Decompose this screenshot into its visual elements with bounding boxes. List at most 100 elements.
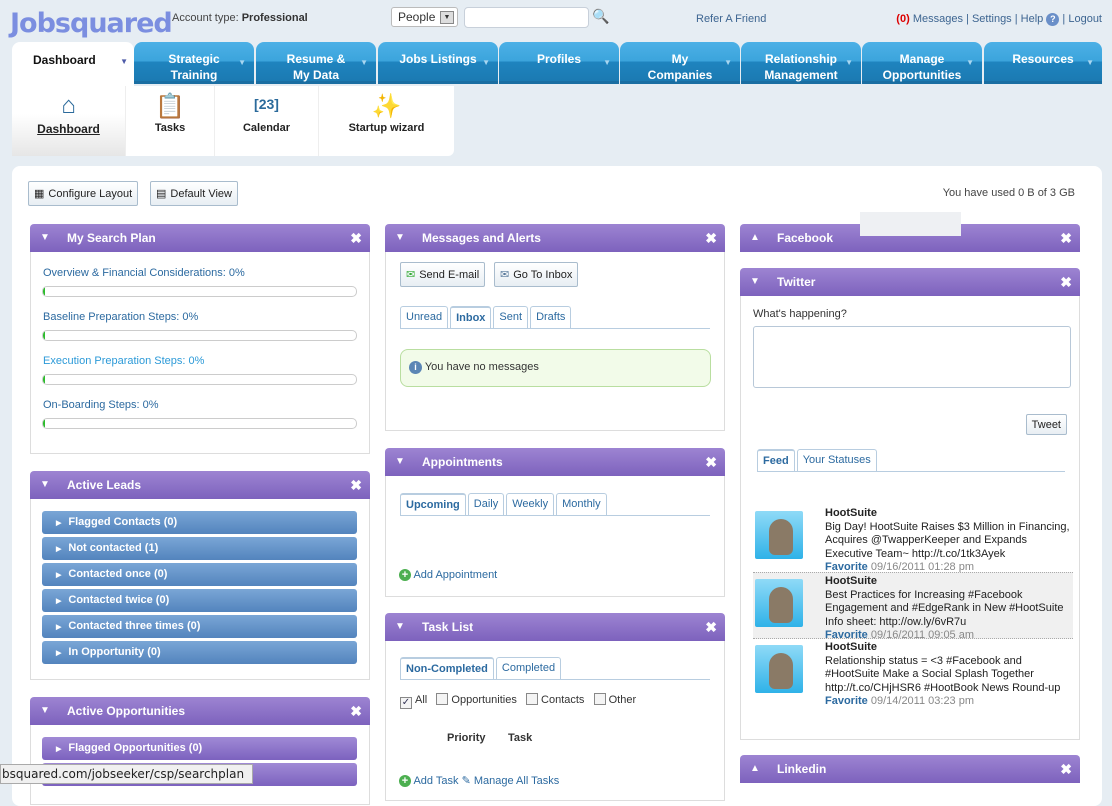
nav-resources[interactable]: Resources ▼ bbox=[984, 42, 1102, 84]
progress-bar bbox=[42, 286, 357, 297]
send-email-button[interactable]: ✉ Send E-mail bbox=[400, 262, 486, 287]
filter-other[interactable]: Other bbox=[593, 693, 636, 706]
tab-upcoming[interactable]: Upcoming bbox=[400, 493, 466, 515]
close-icon[interactable]: ✖ bbox=[350, 471, 362, 499]
favorite-link[interactable]: Favorite bbox=[825, 695, 868, 707]
collapse-icon[interactable]: ▼ bbox=[40, 224, 50, 252]
lead-label: Contacted three times (0) bbox=[68, 620, 201, 632]
nav-label: Dashboard bbox=[33, 53, 96, 67]
subnav-calendar[interactable]: [23] Calendar bbox=[215, 86, 319, 156]
checkbox[interactable] bbox=[593, 693, 606, 705]
messages-link[interactable]: Messages bbox=[913, 13, 963, 25]
collapse-icon[interactable]: ▼ bbox=[40, 697, 50, 725]
nav-relationship-management[interactable]: Relationship Management ▼ bbox=[741, 42, 861, 84]
tab-sent[interactable]: Sent bbox=[493, 306, 529, 328]
panel-title: Task List bbox=[422, 620, 474, 634]
add-appointment-link[interactable]: + Add Appointment bbox=[399, 569, 497, 581]
panel-body: What's happening? Tweet Feed Your Statuse… bbox=[740, 296, 1080, 740]
close-icon[interactable]: ✖ bbox=[350, 224, 362, 252]
checkbox-checked[interactable]: ✓ bbox=[400, 697, 412, 709]
nav-strategic-training[interactable]: Strategic Training ▼ bbox=[134, 42, 254, 84]
account-label: Account type: bbox=[172, 12, 239, 24]
twitter-panel: ▼ Twitter ✖ What's happening? Tweet Feed Yo… bbox=[740, 268, 1080, 740]
subnav-startup-wizard[interactable]: ✨ Startup wizard bbox=[319, 86, 454, 156]
subnav-dashboard[interactable]: ⌂ Dashboard bbox=[12, 86, 126, 156]
tweet-input[interactable] bbox=[753, 326, 1071, 388]
help-icon[interactable]: ? bbox=[1046, 13, 1060, 26]
tab-monthly[interactable]: Monthly bbox=[556, 493, 607, 515]
refer-friend-link[interactable]: Refer A Friend bbox=[696, 13, 766, 25]
collapse-icon[interactable]: ▼ bbox=[750, 268, 760, 296]
opportunity-category[interactable]: ▶ Flagged Opportunities (0) bbox=[42, 737, 357, 760]
column-priority[interactable]: Priority bbox=[447, 732, 486, 744]
nav-profiles[interactable]: Profiles ▼ bbox=[499, 42, 619, 84]
tweet-user[interactable]: HootSuite bbox=[825, 575, 877, 587]
collapse-icon[interactable]: ▼ bbox=[40, 471, 50, 499]
lead-category[interactable]: ▶ Contacted once (0) bbox=[42, 563, 357, 586]
close-icon[interactable]: ✖ bbox=[1060, 268, 1072, 296]
tweet-user[interactable]: HootSuite bbox=[825, 507, 877, 519]
nav-dashboard[interactable]: Dashboard ▼ bbox=[12, 42, 134, 88]
nav-my-companies[interactable]: My Companies ▼ bbox=[620, 42, 740, 84]
go-to-inbox-button[interactable]: ✉ Go To Inbox bbox=[494, 262, 579, 287]
default-view-button[interactable]: ▤ Default View bbox=[150, 181, 238, 206]
button-label: Go To Inbox bbox=[513, 268, 573, 281]
close-icon[interactable]: ✖ bbox=[350, 697, 362, 725]
close-icon[interactable]: ✖ bbox=[705, 224, 717, 252]
configure-layout-button[interactable]: ▦ Configure Layout bbox=[28, 181, 139, 206]
checkbox[interactable] bbox=[436, 693, 449, 705]
collapse-icon[interactable]: ▲ bbox=[750, 224, 760, 252]
lead-category[interactable]: ▶ Contacted twice (0) bbox=[42, 589, 357, 612]
checkbox[interactable] bbox=[526, 693, 539, 705]
lead-category[interactable]: ▶ In Opportunity (0) bbox=[42, 641, 357, 664]
subnav-tasks[interactable]: 📋 Tasks bbox=[126, 86, 215, 156]
nav-resume[interactable]: Resume & My Data ▼ bbox=[256, 42, 376, 84]
search-icon[interactable]: 🔍 bbox=[592, 8, 609, 25]
sub-navigation: ⌂ Dashboard 📋 Tasks [23] Calendar ✨ Startup … bbox=[12, 86, 454, 156]
logo[interactable]: Jobsquared bbox=[10, 8, 173, 39]
add-task-link[interactable]: Add Task bbox=[413, 775, 458, 787]
help-link[interactable]: Help bbox=[1021, 13, 1044, 25]
filter-opportunities[interactable]: Opportunities bbox=[436, 693, 517, 706]
tab-inbox[interactable]: Inbox bbox=[450, 306, 492, 328]
plan-item-label[interactable]: Execution Preparation Steps: 0% bbox=[43, 355, 369, 367]
tab-drafts[interactable]: Drafts bbox=[530, 306, 572, 328]
collapse-icon[interactable]: ▲ bbox=[750, 755, 760, 783]
tab-your-statuses[interactable]: Your Statuses bbox=[796, 449, 877, 471]
tab-daily[interactable]: Daily bbox=[467, 493, 505, 515]
tab-completed[interactable]: Completed bbox=[495, 657, 562, 679]
filter-all[interactable]: ✓ All bbox=[400, 694, 427, 709]
tab-feed[interactable]: Feed bbox=[757, 449, 795, 471]
nav-jobs-listings[interactable]: Jobs Listings ▼ bbox=[378, 42, 498, 84]
column-task[interactable]: Task bbox=[508, 732, 532, 744]
collapse-icon[interactable]: ▼ bbox=[395, 613, 405, 641]
plan-item-label[interactable]: Overview & Financial Considerations: 0% bbox=[43, 267, 369, 279]
plan-item-label[interactable]: On-Boarding Steps: 0% bbox=[43, 399, 369, 411]
collapse-icon[interactable]: ▼ bbox=[395, 224, 405, 252]
plan-item-label[interactable]: Baseline Preparation Steps: 0% bbox=[43, 311, 369, 323]
opp-label: Flagged Opportunities (0) bbox=[68, 742, 203, 754]
nav-manage-opportunities[interactable]: Manage Opportunities ▼ bbox=[862, 42, 982, 84]
manage-tasks-link[interactable]: Manage All Tasks bbox=[474, 775, 559, 787]
tab-unread[interactable]: Unread bbox=[400, 306, 449, 328]
close-icon[interactable]: ✖ bbox=[705, 448, 717, 476]
close-icon[interactable]: ✖ bbox=[1060, 224, 1072, 252]
tweet-button[interactable]: Tweet bbox=[1025, 414, 1067, 435]
tab-weekly[interactable]: Weekly bbox=[506, 493, 555, 515]
tweet-user[interactable]: HootSuite bbox=[825, 641, 877, 653]
lead-category[interactable]: ▶ Contacted three times (0) bbox=[42, 615, 357, 638]
lead-category[interactable]: ▶ Not contacted (1) bbox=[42, 537, 357, 560]
nav-label: Jobs Listings bbox=[399, 52, 477, 66]
logout-link[interactable]: Logout bbox=[1068, 13, 1102, 25]
tab-non-completed[interactable]: Non-Completed bbox=[400, 657, 494, 679]
button-label: Default View bbox=[170, 187, 232, 200]
lead-category[interactable]: ▶ Flagged Contacts (0) bbox=[42, 511, 357, 534]
search-scope-select[interactable]: People ▼ bbox=[391, 7, 458, 27]
close-icon[interactable]: ✖ bbox=[705, 613, 717, 641]
collapse-icon[interactable]: ▼ bbox=[395, 448, 405, 476]
chevron-down-icon: ▼ bbox=[120, 57, 128, 66]
filter-contacts[interactable]: Contacts bbox=[526, 693, 584, 706]
settings-link[interactable]: Settings bbox=[972, 13, 1012, 25]
close-icon[interactable]: ✖ bbox=[1060, 755, 1072, 783]
search-input[interactable] bbox=[464, 7, 589, 28]
